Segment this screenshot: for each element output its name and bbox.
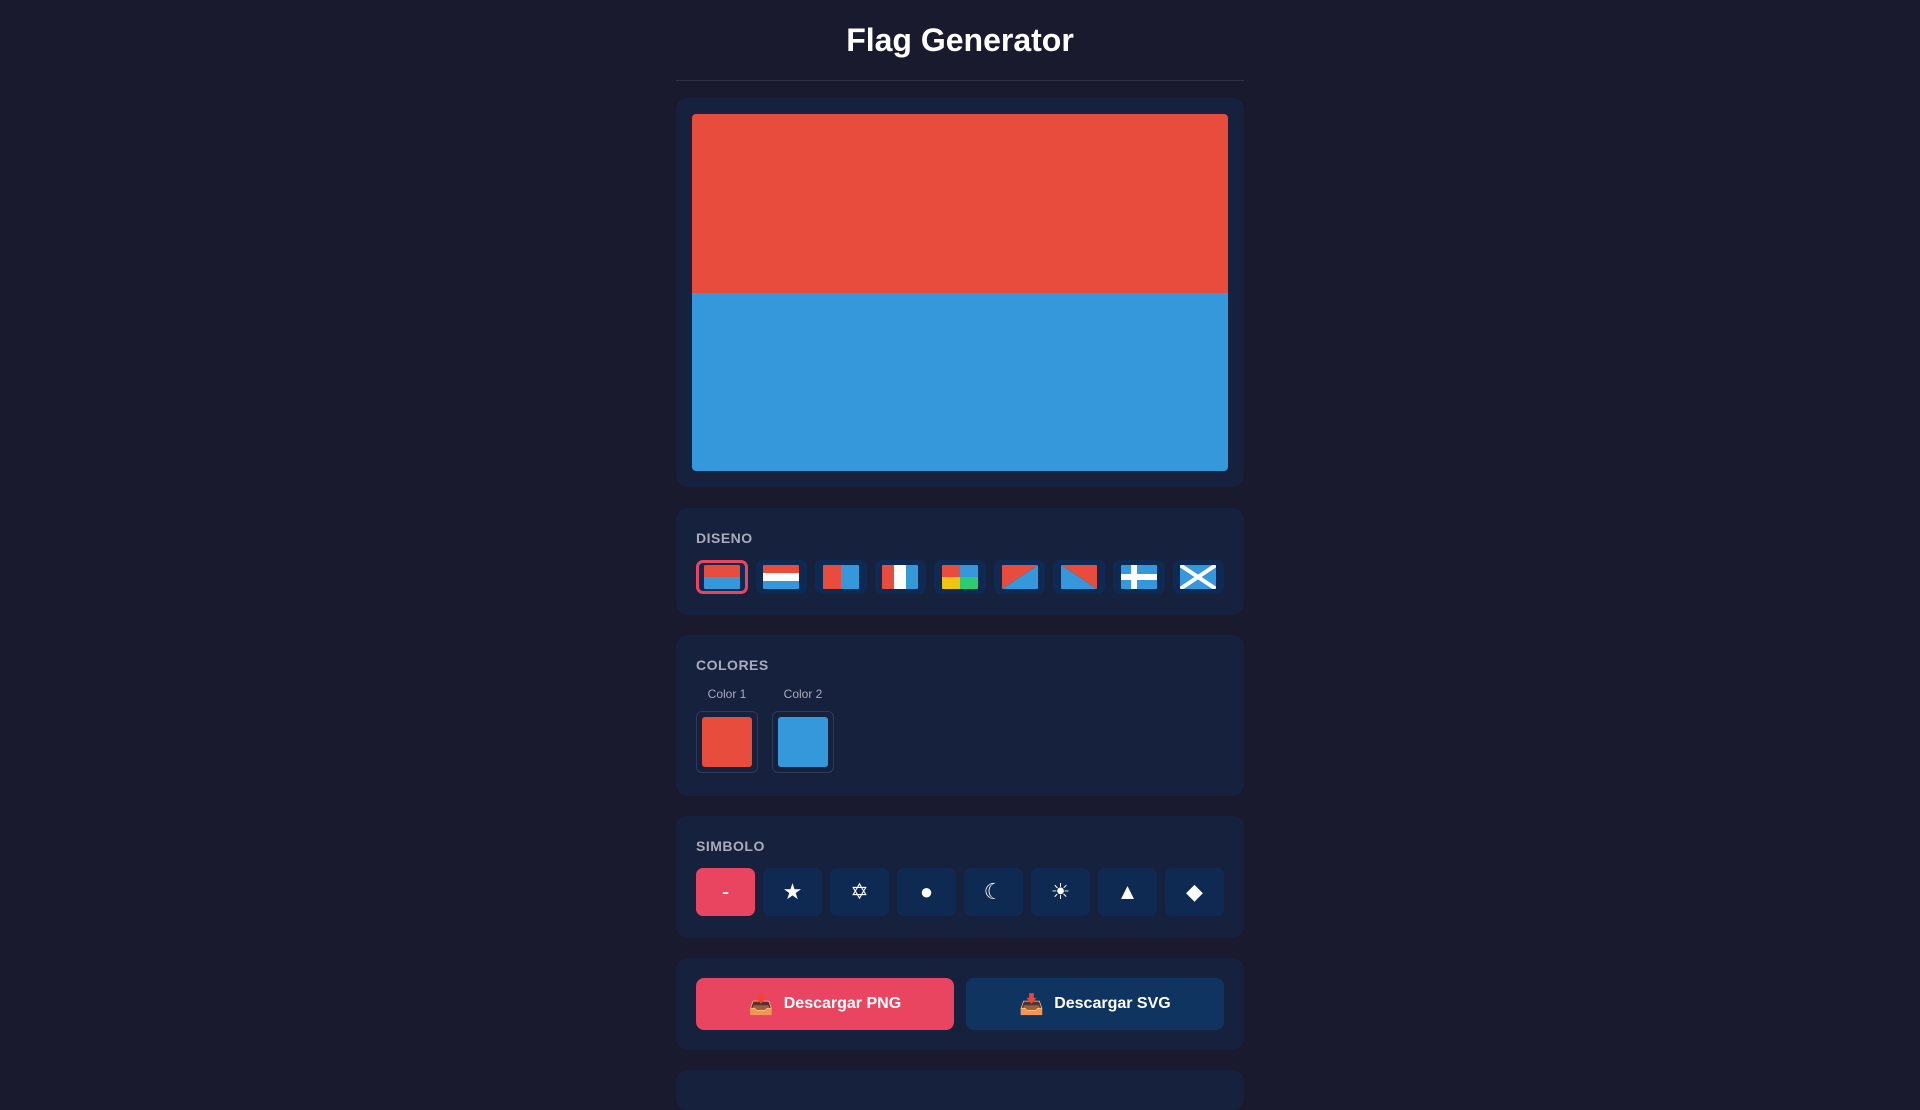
sun-icon: ☀: [1050, 879, 1071, 904]
design-option-9[interactable]: [1172, 560, 1225, 594]
design-options: [696, 560, 1225, 594]
colors-section-label: COLORES: [696, 657, 769, 673]
color-pickers: Color 1 Color 2: [696, 687, 1224, 773]
circle-icon: ●: [919, 879, 934, 904]
color-1-picker[interactable]: [696, 711, 758, 773]
symbol-option-6[interactable]: ☀: [1031, 868, 1090, 916]
symbol-section-label: SIMBOLO: [696, 838, 765, 854]
symbol-option-1[interactable]: -: [696, 868, 755, 916]
flag-preview-card: [676, 98, 1244, 487]
color-1-swatch: [702, 717, 752, 767]
symbol-option-8[interactable]: ◆: [1165, 868, 1224, 916]
design-section-label: DISENO: [696, 530, 753, 546]
color-2-swatch: [778, 717, 828, 767]
inbox-tray-icon: 📥: [748, 993, 774, 1016]
header: Flag Generator: [676, 0, 1244, 81]
diamond-icon: ◆: [1186, 879, 1203, 904]
symbol-option-4[interactable]: ●: [897, 868, 956, 916]
symbol-option-7[interactable]: ▲: [1098, 868, 1157, 916]
vertical-tricolor-icon: [882, 565, 919, 589]
design-option-8[interactable]: [1112, 560, 1165, 594]
design-option-7[interactable]: [1053, 560, 1105, 594]
download-png-label: Descargar PNG: [783, 995, 902, 1012]
design-option-6[interactable]: [993, 560, 1046, 594]
download-section: 📥 Descargar PNG 📥 Descargar SVG: [676, 958, 1244, 1050]
symbol-option-3[interactable]: ✡: [830, 868, 889, 916]
design-option-2[interactable]: [755, 560, 808, 594]
color-2-picker[interactable]: [772, 711, 834, 773]
triangle-icon: ▲: [1116, 879, 1139, 904]
horizontal-bicolor-icon: [703, 565, 740, 589]
design-option-4[interactable]: [874, 560, 927, 594]
horizontal-tricolor-icon: [763, 565, 800, 589]
color-2-label: Color 2: [783, 687, 823, 701]
flag-stripe-bottom: [692, 292, 1228, 471]
download-svg-label: Descargar SVG: [1054, 995, 1171, 1012]
color-1-item: Color 1: [696, 687, 758, 773]
inbox-tray-icon: 📥: [1019, 993, 1045, 1016]
saltire-icon: [1180, 565, 1217, 589]
flag-generator-app: Flag Generator DISENO COLORES Color 1 Co…: [676, 0, 1244, 1110]
diagonal-icon: [1001, 565, 1038, 589]
symbol-option-5[interactable]: ☾: [964, 868, 1023, 916]
vertical-bicolor-icon: [822, 565, 859, 589]
symbol-option-2[interactable]: ★: [763, 868, 822, 916]
nordic-cross-icon: [1120, 565, 1157, 589]
design-section: DISENO: [676, 508, 1244, 615]
download-png-button[interactable]: 📥 Descargar PNG: [696, 978, 954, 1030]
star-of-david-icon: ✡: [850, 879, 869, 904]
next-section: [676, 1070, 1244, 1110]
flag-preview: [692, 114, 1228, 471]
symbol-options: - ★ ✡ ● ☾ ☀ ▲ ◆: [696, 868, 1224, 916]
design-option-1[interactable]: [696, 560, 748, 594]
crescent-moon-icon: ☾: [983, 879, 1004, 904]
design-option-5[interactable]: [934, 560, 986, 594]
flag-stripe-top: [692, 114, 1228, 293]
colors-section: COLORES Color 1 Color 2: [676, 635, 1244, 796]
star-icon: ★: [782, 879, 803, 904]
design-option-3[interactable]: [815, 560, 867, 594]
none-icon: -: [721, 879, 730, 904]
page-title: Flag Generator: [846, 21, 1074, 58]
diagonal-reverse-icon: [1061, 565, 1098, 589]
color-2-item: Color 2: [772, 687, 834, 773]
symbol-section: SIMBOLO - ★ ✡ ● ☾ ☀ ▲ ◆: [676, 816, 1244, 938]
quartered-icon: [942, 565, 979, 589]
download-svg-button[interactable]: 📥 Descargar SVG: [966, 978, 1224, 1030]
color-1-label: Color 1: [707, 687, 747, 701]
